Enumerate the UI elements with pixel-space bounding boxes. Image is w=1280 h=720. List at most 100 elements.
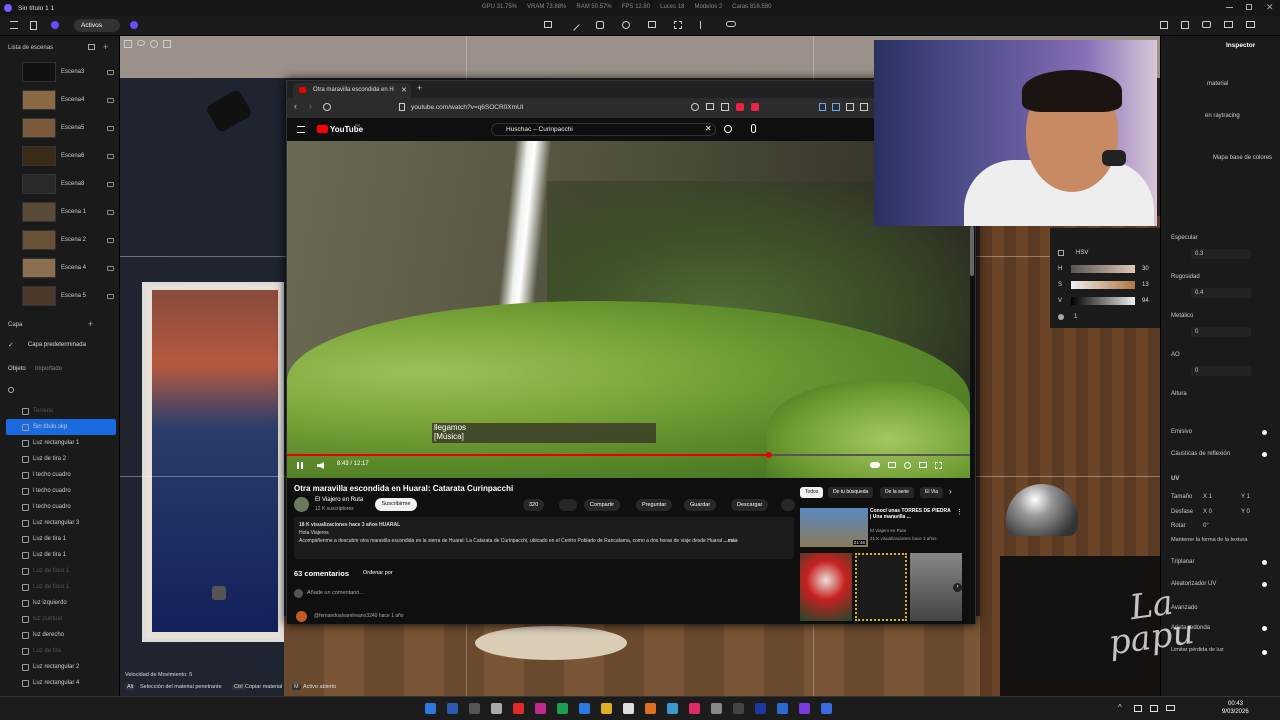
taskbar-app-icon[interactable] bbox=[667, 703, 678, 714]
forward-icon[interactable]: › bbox=[309, 101, 312, 111]
youtube-logo-icon[interactable] bbox=[317, 125, 328, 133]
object-item[interactable]: l techo cuadro bbox=[0, 467, 118, 483]
emissive-toggle[interactable] bbox=[1262, 430, 1267, 435]
active-toggle[interactable]: Activos bbox=[74, 19, 120, 32]
scene-camera-icon[interactable] bbox=[107, 265, 114, 271]
metallic-field[interactable]: 0 bbox=[1191, 327, 1251, 337]
ao-field[interactable]: 0 bbox=[1191, 366, 1251, 376]
bookmark-icon[interactable] bbox=[399, 103, 405, 111]
taskbar-app-icon[interactable] bbox=[469, 703, 480, 714]
chips-next-icon[interactable]: › bbox=[949, 487, 952, 496]
v-slider[interactable] bbox=[1071, 297, 1135, 305]
channel-avatar[interactable] bbox=[294, 497, 309, 512]
volume-tray-icon[interactable] bbox=[1150, 705, 1158, 712]
h-value[interactable]: 30 bbox=[1142, 266, 1149, 272]
random-uv-toggle[interactable] bbox=[1262, 582, 1267, 587]
scene-camera-icon[interactable] bbox=[107, 209, 114, 215]
object-item[interactable]: Luz rectangular 3 bbox=[0, 515, 118, 531]
v-value[interactable]: 94 bbox=[1142, 298, 1149, 304]
chip-series[interactable]: De la serie bbox=[880, 487, 914, 498]
taskbar-app-icon[interactable] bbox=[645, 703, 656, 714]
related-thumbnail[interactable]: 21:46 bbox=[800, 508, 868, 547]
scene-item[interactable]: Escena 5 bbox=[0, 282, 118, 310]
taskbar-app-icon[interactable] bbox=[601, 703, 612, 714]
object-item[interactable]: Terreno bbox=[0, 403, 118, 419]
ask-button[interactable]: Preguntar bbox=[636, 499, 673, 511]
scene-camera-icon[interactable] bbox=[107, 97, 114, 103]
export-icon[interactable] bbox=[1160, 21, 1168, 29]
maximize-button[interactable] bbox=[1246, 4, 1252, 10]
chip-channel[interactable]: El Via bbox=[920, 487, 943, 498]
s-slider[interactable] bbox=[1071, 281, 1135, 289]
share-icon[interactable] bbox=[721, 103, 729, 111]
taskbar-app-icon[interactable] bbox=[425, 703, 436, 714]
browser-tab[interactable]: Otra maravilla escondida en H ✕ bbox=[293, 83, 411, 98]
object-item[interactable]: Luz de foco 1 bbox=[0, 579, 118, 595]
puzzle-icon[interactable] bbox=[846, 103, 854, 111]
settings-gear-icon[interactable] bbox=[904, 462, 911, 469]
search-clear-icon[interactable]: ✕ bbox=[705, 124, 712, 133]
miniplayer-icon[interactable] bbox=[919, 462, 927, 468]
taskbar-app-icon[interactable] bbox=[733, 703, 744, 714]
video-icon[interactable] bbox=[1224, 21, 1233, 28]
close-button[interactable]: ✕ bbox=[1266, 2, 1274, 13]
shorts-thumbnail-1[interactable] bbox=[800, 553, 852, 621]
object-item[interactable]: Luz de tira 1 bbox=[0, 547, 118, 563]
scrollbar[interactable] bbox=[970, 226, 974, 276]
taskbar-app-icon[interactable] bbox=[711, 703, 722, 714]
minimize-button[interactable] bbox=[1226, 7, 1233, 8]
search-icon[interactable] bbox=[8, 387, 14, 393]
h-slider[interactable] bbox=[1071, 265, 1135, 273]
taskbar-app-icon[interactable] bbox=[491, 703, 502, 714]
sort-comments-button[interactable]: Ordenar por bbox=[363, 570, 393, 576]
add-comment-input[interactable]: Añade un comentario... bbox=[307, 590, 364, 596]
eyedropper-icon[interactable] bbox=[1058, 250, 1064, 256]
flag-tool-icon[interactable] bbox=[700, 21, 708, 29]
object-item[interactable]: luz derecho bbox=[0, 627, 118, 643]
tab-imported[interactable]: Importado bbox=[35, 366, 62, 372]
shorts-thumbnail-2[interactable] bbox=[855, 553, 907, 621]
scene-camera-icon[interactable] bbox=[107, 69, 114, 75]
scene-item[interactable]: Escena6 bbox=[0, 142, 118, 170]
scene-item[interactable]: Escena3 bbox=[0, 58, 118, 86]
object-item[interactable]: Luz rectangular 2 bbox=[0, 659, 118, 675]
globe-icon[interactable] bbox=[130, 21, 138, 29]
new-tab-icon[interactable]: + bbox=[417, 83, 422, 93]
line-tool-icon[interactable] bbox=[568, 19, 580, 31]
video-description[interactable]: 18 K visualizaciones hace 3 años HUARAL … bbox=[294, 517, 794, 559]
file-icon[interactable] bbox=[30, 21, 37, 30]
shorts-next-icon[interactable]: › bbox=[953, 583, 962, 592]
scene-camera-icon[interactable] bbox=[107, 125, 114, 131]
taskbar-app-icon[interactable] bbox=[821, 703, 832, 714]
triplanar-toggle[interactable] bbox=[1262, 560, 1267, 565]
taskbar-app-icon[interactable] bbox=[535, 703, 546, 714]
object-item[interactable]: l techo cuadro bbox=[0, 483, 118, 499]
taskbar-app-icon[interactable] bbox=[447, 703, 458, 714]
object-item[interactable]: Luz de tira bbox=[0, 643, 118, 659]
search-submit-icon[interactable] bbox=[724, 125, 732, 133]
object-item[interactable]: Luz de tira 2 bbox=[0, 451, 118, 467]
add-scene-icon[interactable]: + bbox=[103, 42, 108, 52]
refresh-tool-icon[interactable] bbox=[622, 21, 630, 29]
uv-offset-y[interactable]: Y 0 bbox=[1241, 509, 1250, 515]
extension-2-icon[interactable] bbox=[751, 103, 759, 111]
extension-icon[interactable] bbox=[736, 103, 744, 111]
scene-options-icon[interactable] bbox=[88, 44, 95, 50]
object-item[interactable]: Luz rectangular 4 bbox=[0, 675, 118, 691]
dislike-button[interactable] bbox=[559, 499, 577, 511]
object-item[interactable]: Luz de tira 1 bbox=[0, 531, 118, 547]
reload-icon[interactable] bbox=[323, 103, 331, 111]
object-item[interactable]: Luz rectangular 1 bbox=[0, 435, 118, 451]
taskbar-app-icon[interactable] bbox=[755, 703, 766, 714]
video-player[interactable]: llegamos [Música] 8:43 / 12:17 bbox=[287, 141, 970, 478]
related-title[interactable]: Conocí unas TORRES DE PIEDRA | Una marav… bbox=[870, 508, 952, 520]
video-progress-bar[interactable] bbox=[287, 452, 970, 458]
plugin-icon[interactable] bbox=[51, 21, 59, 29]
uv-offset-x[interactable]: X 0 bbox=[1203, 509, 1212, 515]
chip-from-search[interactable]: De tu búsqueda bbox=[828, 487, 874, 498]
object-item[interactable]: luz puntual bbox=[0, 611, 118, 627]
download-button[interactable]: Descargar bbox=[731, 499, 769, 511]
object-item[interactable]: luz izquierdo bbox=[0, 595, 118, 611]
add-layer-icon[interactable]: + bbox=[88, 319, 93, 329]
like-button[interactable]: 320 bbox=[523, 499, 545, 511]
